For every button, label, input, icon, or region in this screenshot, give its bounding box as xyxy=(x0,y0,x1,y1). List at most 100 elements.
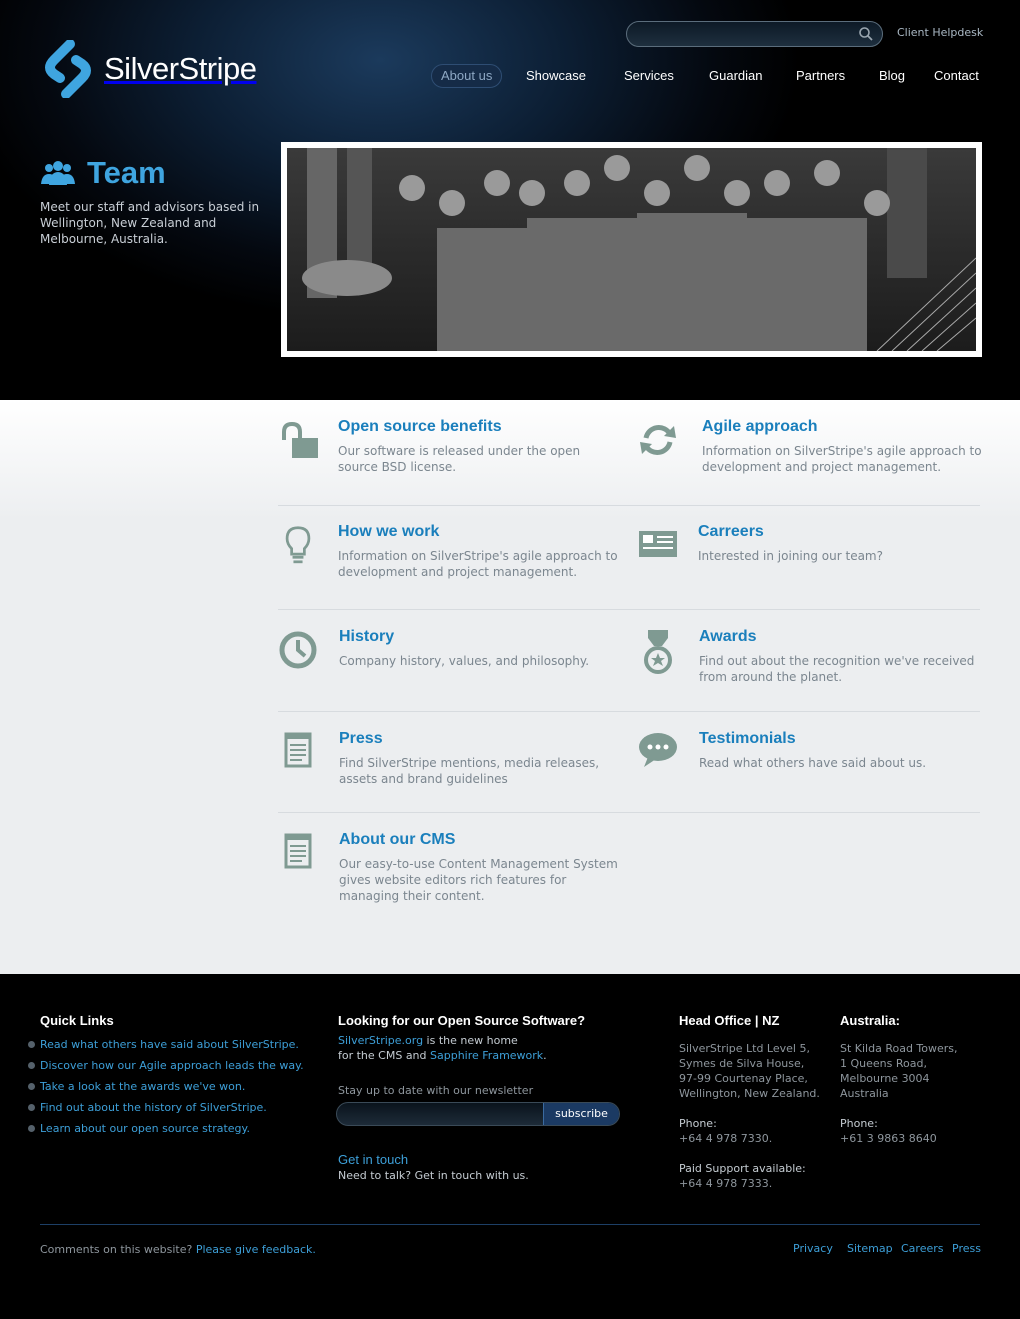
feedback-link[interactable]: Please give feedback. xyxy=(196,1243,316,1256)
list-item[interactable]: Discover how our Agile approach leads th… xyxy=(28,1059,304,1080)
section-open-source[interactable]: Open source benefits Our software is rel… xyxy=(278,400,618,500)
section-awards[interactable]: Awards Find out about the recognition we… xyxy=(638,610,978,710)
list-item[interactable]: Learn about our open source strategy. xyxy=(28,1122,304,1143)
newsletter-email-input[interactable] xyxy=(337,1103,537,1125)
nav-showcase[interactable]: Showcase xyxy=(526,64,586,88)
au-address: St Kilda Road Towers, 1 Queens Road, Mel… xyxy=(840,1041,958,1101)
address-line: 97-99 Courtenay Place, xyxy=(679,1072,808,1085)
section-title[interactable]: Agile approach xyxy=(702,418,818,436)
address-line: SilverStripe Ltd Level 5, xyxy=(679,1042,810,1055)
section-title[interactable]: Open source benefits xyxy=(338,418,502,436)
team-photo xyxy=(287,148,977,352)
address-line: Symes de Silva House, xyxy=(679,1057,805,1070)
page-description: Meet our staff and advisors based in Wel… xyxy=(40,200,260,246)
page-title: Team xyxy=(87,155,166,190)
section-desc: Read what others have said about us. xyxy=(699,756,927,770)
lightbulb-icon xyxy=(285,526,311,564)
list-item[interactable]: Read what others have said about SilverS… xyxy=(28,1038,304,1059)
section-desc: Interested in joining our team? xyxy=(698,549,883,563)
notepad-icon xyxy=(284,732,312,768)
nav-guardian[interactable]: Guardian xyxy=(709,64,762,88)
paid-support-phone: +64 4 978 7333. xyxy=(679,1177,773,1190)
sitemap-link[interactable]: Sitemap xyxy=(847,1242,893,1255)
main-nav: About us Showcase Services Guardian Part… xyxy=(0,64,1020,88)
oss-text-3: . xyxy=(543,1049,547,1062)
list-item[interactable]: Take a look at the awards we've won. xyxy=(28,1080,304,1101)
search-input[interactable] xyxy=(627,22,847,46)
newsletter-label: Stay up to date with our newsletter xyxy=(338,1084,534,1097)
sapphire-framework-link[interactable]: Sapphire Framework xyxy=(430,1049,543,1062)
nav-about-us[interactable]: About us xyxy=(431,64,503,88)
oss-text: SilverStripe.org is the new home for the… xyxy=(338,1033,598,1063)
paid-support-label: Paid Support available: xyxy=(679,1162,806,1175)
section-desc: Information on SilverStripe's agile appr… xyxy=(338,549,618,579)
nz-address: SilverStripe Ltd Level 5, Symes de Silva… xyxy=(679,1041,820,1101)
quick-links-list: Read what others have said about SilverS… xyxy=(28,1038,304,1143)
address-line: Melbourne 3004 xyxy=(840,1072,930,1085)
nav-partners[interactable]: Partners xyxy=(796,64,845,88)
au-office-heading: Australia: xyxy=(840,1013,900,1028)
section-testimonials[interactable]: Testimonials Read what others have said … xyxy=(638,712,978,812)
section-desc: Our easy-to-use Content Management Syste… xyxy=(339,857,618,903)
oss-text-1: is the new home xyxy=(423,1034,518,1047)
section-careers[interactable]: Carreers Interested in joining our team? xyxy=(638,505,978,605)
privacy-link[interactable]: Privacy xyxy=(793,1242,833,1255)
search-box xyxy=(626,21,883,47)
newsletter-form: subscribe xyxy=(336,1102,620,1126)
section-how-we-work[interactable]: How we work Information on SilverStripe'… xyxy=(278,505,618,605)
silverstripe-org-link[interactable]: SilverStripe.org xyxy=(338,1034,423,1047)
section-desc: Information on SilverStripe's agile appr… xyxy=(702,444,982,474)
nz-office-heading: Head Office | NZ xyxy=(679,1013,780,1028)
nav-blog[interactable]: Blog xyxy=(879,64,905,88)
press-link[interactable]: Press xyxy=(952,1242,981,1255)
section-press[interactable]: Press Find SilverStripe mentions, media … xyxy=(278,712,618,812)
clock-icon xyxy=(279,631,317,669)
search-icon[interactable] xyxy=(858,26,874,42)
nav-contact[interactable]: Contact xyxy=(934,64,979,88)
au-phone-label: Phone: xyxy=(840,1117,878,1130)
section-title[interactable]: History xyxy=(339,628,394,646)
au-phone: +61 3 9863 8640 xyxy=(840,1132,937,1145)
medal-icon xyxy=(644,630,672,674)
nz-phone: +64 4 978 7330. xyxy=(679,1132,773,1145)
speech-bubble-icon xyxy=(639,733,677,767)
footer-divider xyxy=(40,1224,980,1225)
section-desc: Find out about the recognition we've rec… xyxy=(699,654,975,684)
comments-text: Comments on this website? xyxy=(40,1243,196,1256)
nz-phone-label: Phone: xyxy=(679,1117,717,1130)
section-agile[interactable]: Agile approach Information on SilverStri… xyxy=(638,400,982,500)
section-desc: Our software is released under the open … xyxy=(338,444,581,474)
header-hero: SilverStripe Client Helpdesk About us Sh… xyxy=(0,0,1020,400)
client-helpdesk-link[interactable]: Client Helpdesk xyxy=(897,26,983,39)
list-item[interactable]: Find out about the history of SilverStri… xyxy=(28,1101,304,1122)
address-line: Australia xyxy=(840,1087,889,1100)
quick-links-heading: Quick Links xyxy=(40,1013,114,1028)
section-about-cms[interactable]: About our CMS Our easy-to-use Content Ma… xyxy=(278,813,618,923)
team-people-icon xyxy=(41,161,75,185)
subscribe-button[interactable]: subscribe xyxy=(543,1103,619,1125)
id-card-icon xyxy=(639,531,677,557)
section-title[interactable]: Carreers xyxy=(698,523,764,541)
section-title[interactable]: Awards xyxy=(699,628,757,646)
get-in-touch-link[interactable]: Get in touch xyxy=(338,1152,408,1167)
careers-link[interactable]: Careers xyxy=(901,1242,944,1255)
oss-heading: Looking for our Open Source Software? xyxy=(338,1013,586,1028)
address-line: 1 Queens Road, xyxy=(840,1057,927,1070)
feedback-text: Comments on this website? Please give fe… xyxy=(40,1242,316,1257)
section-title[interactable]: Testimonials xyxy=(699,730,796,748)
team-photo-frame xyxy=(281,142,982,357)
address-line: Wellington, New Zealand. xyxy=(679,1087,820,1100)
notepad-icon xyxy=(284,833,312,869)
section-title[interactable]: Press xyxy=(339,730,383,748)
section-title[interactable]: About our CMS xyxy=(339,831,455,849)
unlocked-padlock-icon xyxy=(282,421,318,458)
section-desc: Company history, values, and philosophy. xyxy=(339,654,590,668)
section-title[interactable]: How we work xyxy=(338,523,439,541)
oss-text-2: for the CMS and xyxy=(338,1049,431,1062)
section-desc: Find SilverStripe mentions, media releas… xyxy=(339,756,600,786)
refresh-arrows-icon xyxy=(640,425,676,455)
nav-services[interactable]: Services xyxy=(624,64,674,88)
get-in-touch-desc: Need to talk? Get in touch with us. xyxy=(338,1169,529,1182)
section-history[interactable]: History Company history, values, and phi… xyxy=(278,610,618,710)
address-line: St Kilda Road Towers, xyxy=(840,1042,958,1055)
